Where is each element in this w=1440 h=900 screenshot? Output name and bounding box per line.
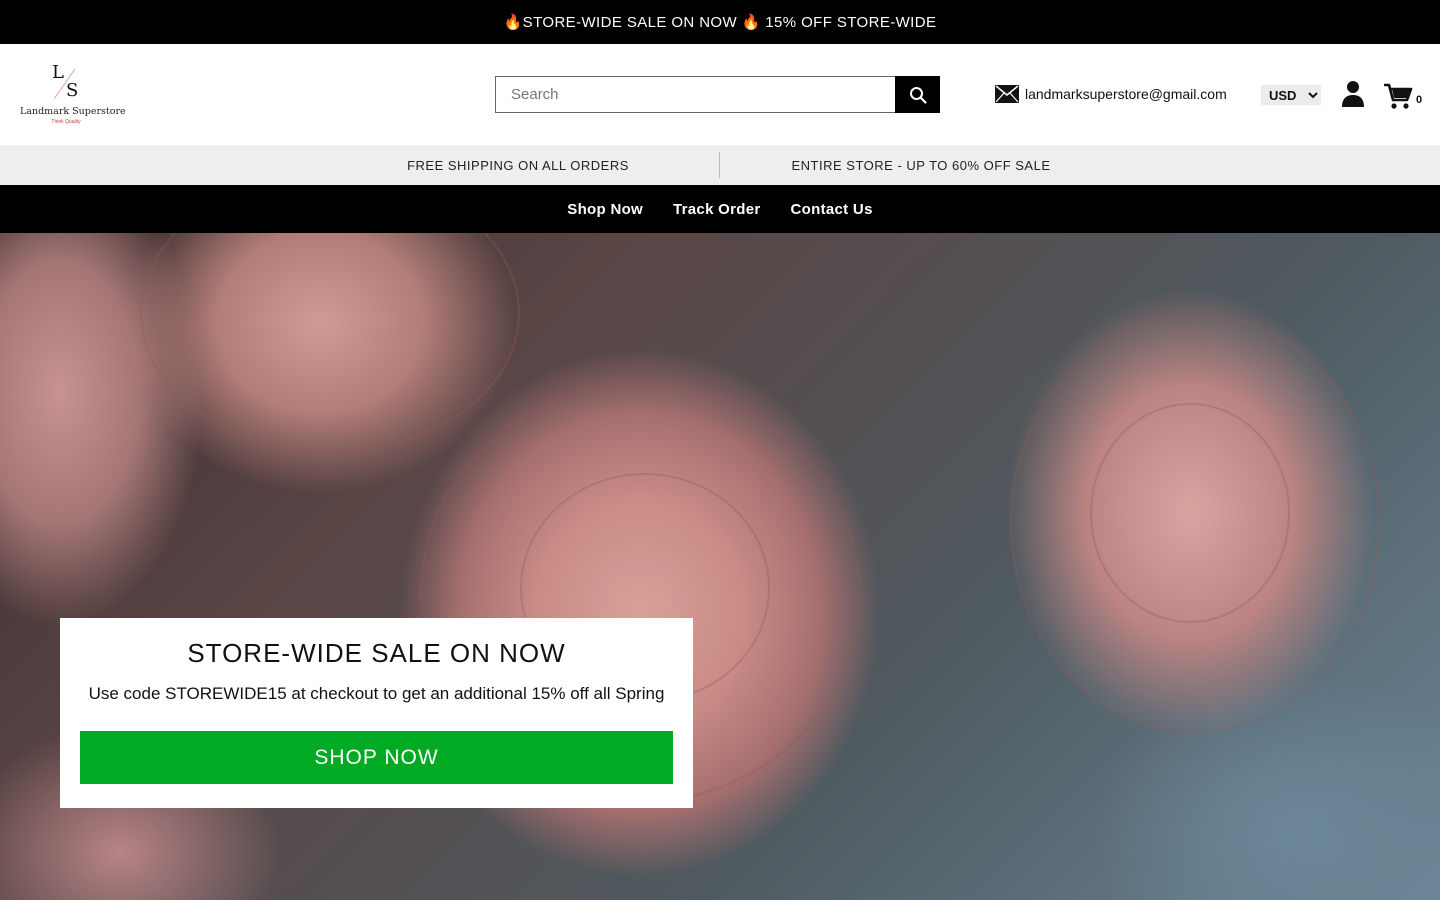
logo-tagline: Think Quality [51,119,81,125]
sale-card: STORE-WIDE SALE ON NOW Use code STOREWID… [60,618,693,808]
search-input[interactable] [495,76,895,113]
search-bar [495,76,940,113]
logo-letter-top: L [52,62,64,83]
envelope-icon [995,85,1019,103]
search-icon [909,86,927,104]
email-address: landmarksuperstore@gmail.com [1025,86,1227,102]
store-logo[interactable]: L S Landmark Superstore Think Quality [20,62,126,132]
announcement-bar: 🔥STORE-WIDE SALE ON NOW 🔥 15% OFF STORE-… [0,0,1440,44]
rose-outline [140,233,520,453]
cart-count: 0 [1416,94,1423,106]
account-icon[interactable] [1341,80,1365,108]
main-nav: Shop Now Track Order Contact Us [0,185,1440,233]
sale-title: STORE-WIDE SALE ON NOW [187,638,566,668]
promo-bar: FREE SHIPPING ON ALL ORDERS ENTIRE STORE… [0,145,1440,185]
logo-brand-name: Landmark Superstore [20,106,126,117]
shop-now-button[interactable]: SHOP NOW [80,731,673,784]
announcement-text: 🔥STORE-WIDE SALE ON NOW 🔥 15% OFF STORE-… [503,14,937,31]
nav-shop-now[interactable]: Shop Now [567,201,643,218]
cart-icon[interactable] [1383,82,1413,110]
site-header: L S Landmark Superstore Think Quality la… [0,44,1440,145]
logo-letter-bottom: S [66,80,79,101]
nav-track-order[interactable]: Track Order [673,201,761,218]
promo-sale: ENTIRE STORE - UP TO 60% OFF SALE [791,157,1051,173]
currency-select[interactable]: USD [1261,85,1321,105]
sale-subtitle: Use code STOREWIDE15 at checkout to get … [88,684,665,703]
search-button[interactable] [895,76,940,113]
rose-outline [1090,403,1290,623]
nav-contact-us[interactable]: Contact Us [791,201,873,218]
contact-email[interactable]: landmarksuperstore@gmail.com [995,82,1227,106]
